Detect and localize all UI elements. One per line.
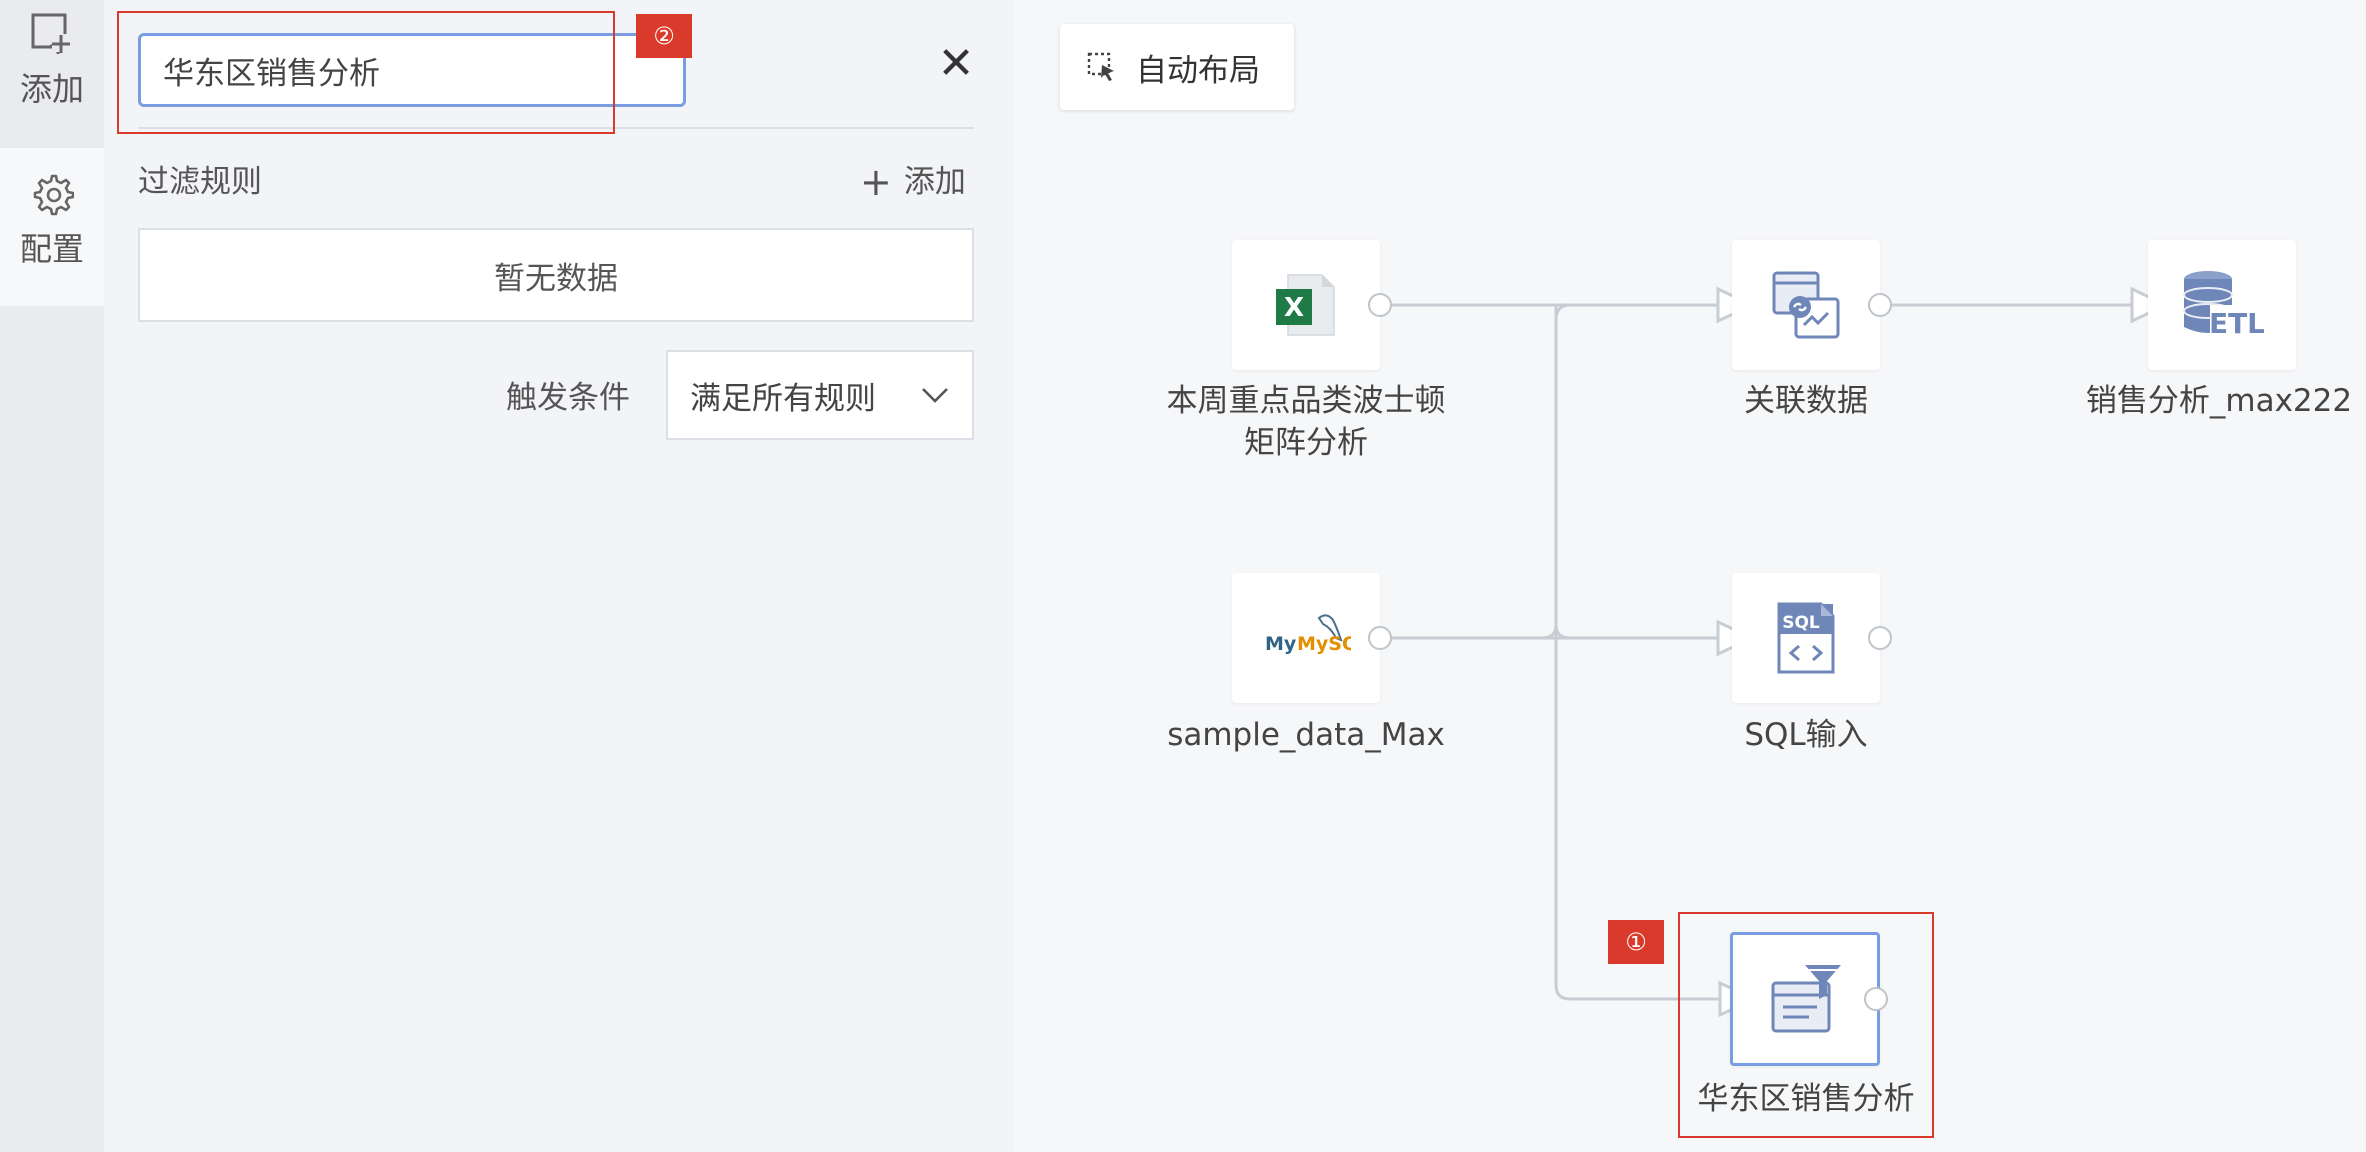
node-excel-label-line1: 本周重点品类波士顿 (1166, 383, 1446, 419)
svg-text:My: My (1265, 633, 1297, 655)
plus-icon: + (860, 160, 892, 204)
add-node-icon (31, 13, 70, 54)
trigger-condition-select[interactable]: 满足所有规则 (666, 350, 974, 440)
node-excel-label-line2: 矩阵分析 (1244, 425, 1368, 461)
node-excel[interactable]: X (1232, 240, 1380, 370)
rail-add-label: 添加 (19, 70, 84, 108)
node-etl-output[interactable]: ETL (2148, 240, 2296, 370)
excel-icon: X (1276, 274, 1335, 336)
node-sql[interactable]: SQL (1732, 573, 1880, 703)
mysql-logo-text: MySQL (1297, 633, 1351, 655)
chevron-down-icon (922, 388, 948, 403)
sql-logo-text: SQL (1782, 613, 1820, 633)
node-mysql-label: sample_data_Max (1167, 717, 1445, 753)
etl-logo-text: ETL (2209, 307, 2264, 340)
left-rail: 添加 配置 (0, 0, 104, 1152)
node-sql-output-port[interactable] (1868, 626, 1892, 650)
node-excel-label: 本周重点品类波士顿 矩阵分析 (1167, 380, 1446, 464)
add-rule-label: 添加 (903, 164, 966, 200)
mysql-icon: My MySQL (1265, 614, 1351, 655)
node-etl-label: 销售分析_max222 (2085, 383, 2353, 419)
annotation-badge-1: ① (1608, 920, 1664, 964)
rail-config-button[interactable]: 配置 (0, 148, 104, 306)
rules-empty-state: 暂无数据 (138, 228, 974, 322)
svg-text:X: X (1284, 293, 1304, 323)
empty-text: 暂无数据 (494, 260, 618, 297)
trigger-condition-label: 触发条件 (506, 380, 630, 416)
auto-layout-label: 自动布局 (1136, 52, 1260, 89)
annotation-box-name-input (117, 11, 615, 134)
gear-icon (33, 174, 74, 216)
node-sql-label: SQL输入 (1744, 717, 1868, 753)
sql-icon: SQL (1777, 602, 1835, 674)
auto-layout-icon (1087, 52, 1114, 81)
add-rule-button[interactable]: + 添加 (860, 156, 966, 204)
node-join[interactable] (1732, 240, 1880, 370)
rail-add-button[interactable]: 添加 (0, 12, 104, 144)
config-panel: ✕ 过滤规则 + 添加 暂无数据 触发条件 满足所有规则 (104, 0, 1014, 1152)
etl-database-icon: ETL (2183, 271, 2264, 340)
node-mysql[interactable]: My MySQL (1232, 573, 1380, 703)
node-excel-output-port[interactable] (1368, 293, 1392, 317)
trigger-condition-value: 满足所有规则 (690, 380, 876, 417)
node-mysql-output-port[interactable] (1368, 626, 1392, 650)
node-join-output-port[interactable] (1868, 293, 1892, 317)
annotation-badge-2: ② (636, 14, 692, 58)
filter-rules-label: 过滤规则 (138, 164, 262, 200)
auto-layout-button[interactable]: 自动布局 (1060, 24, 1294, 110)
rail-config-label: 配置 (19, 230, 84, 268)
node-join-label: 关联数据 (1744, 383, 1868, 419)
close-icon[interactable]: ✕ (934, 42, 978, 86)
join-data-icon (1772, 271, 1840, 339)
annotation-box-filter-node (1678, 912, 1934, 1138)
